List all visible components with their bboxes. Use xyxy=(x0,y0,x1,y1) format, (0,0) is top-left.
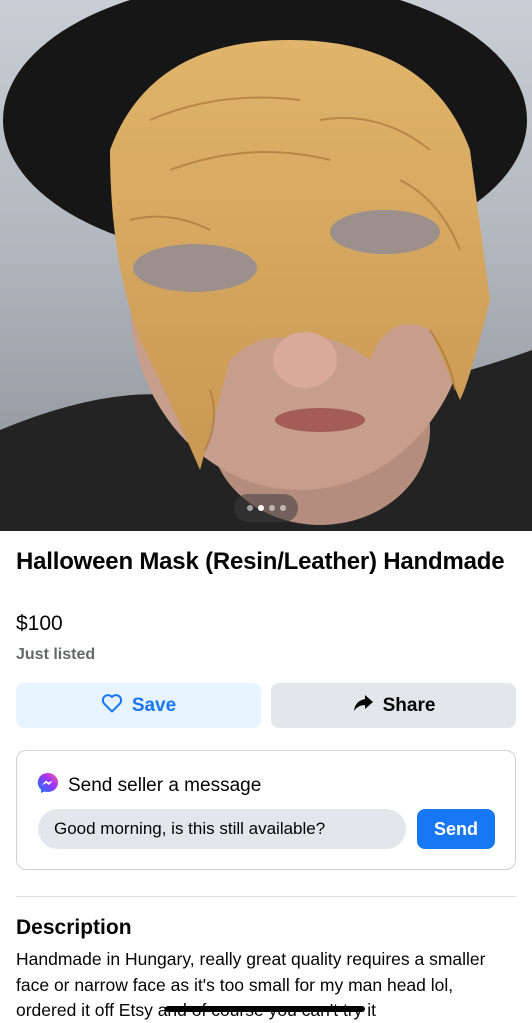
message-card-heading: Send seller a message xyxy=(68,774,262,796)
share-arrow-icon xyxy=(352,693,374,719)
save-button[interactable]: Save xyxy=(16,683,261,728)
save-button-label: Save xyxy=(131,694,177,716)
messenger-icon xyxy=(37,772,59,799)
message-card-header: Send seller a message xyxy=(37,772,261,799)
heart-outline-icon xyxy=(101,693,123,719)
send-button[interactable]: Send xyxy=(417,809,495,849)
description-heading: Description xyxy=(16,916,132,939)
pager-dot xyxy=(279,505,286,511)
home-indicator[interactable] xyxy=(165,1006,365,1012)
message-seller-card: Send seller a message Good morning, is t… xyxy=(16,750,516,870)
pager-dot xyxy=(246,505,253,511)
section-divider xyxy=(16,896,516,897)
share-button-label: Share xyxy=(382,694,436,716)
listing-title: Halloween Mask (Resin/Leather) Handmade xyxy=(16,548,505,575)
image-pager[interactable] xyxy=(234,494,298,522)
mask-photo-illustration xyxy=(0,0,532,531)
pager-dot-active xyxy=(257,505,264,511)
listing-status: Just listed xyxy=(16,646,96,663)
share-button[interactable]: Share xyxy=(271,683,516,728)
listing-photo[interactable] xyxy=(0,0,532,531)
message-input[interactable]: Good morning, is this still available? xyxy=(38,809,406,849)
listing-price: $100 xyxy=(16,612,63,635)
pager-dot xyxy=(268,505,275,511)
